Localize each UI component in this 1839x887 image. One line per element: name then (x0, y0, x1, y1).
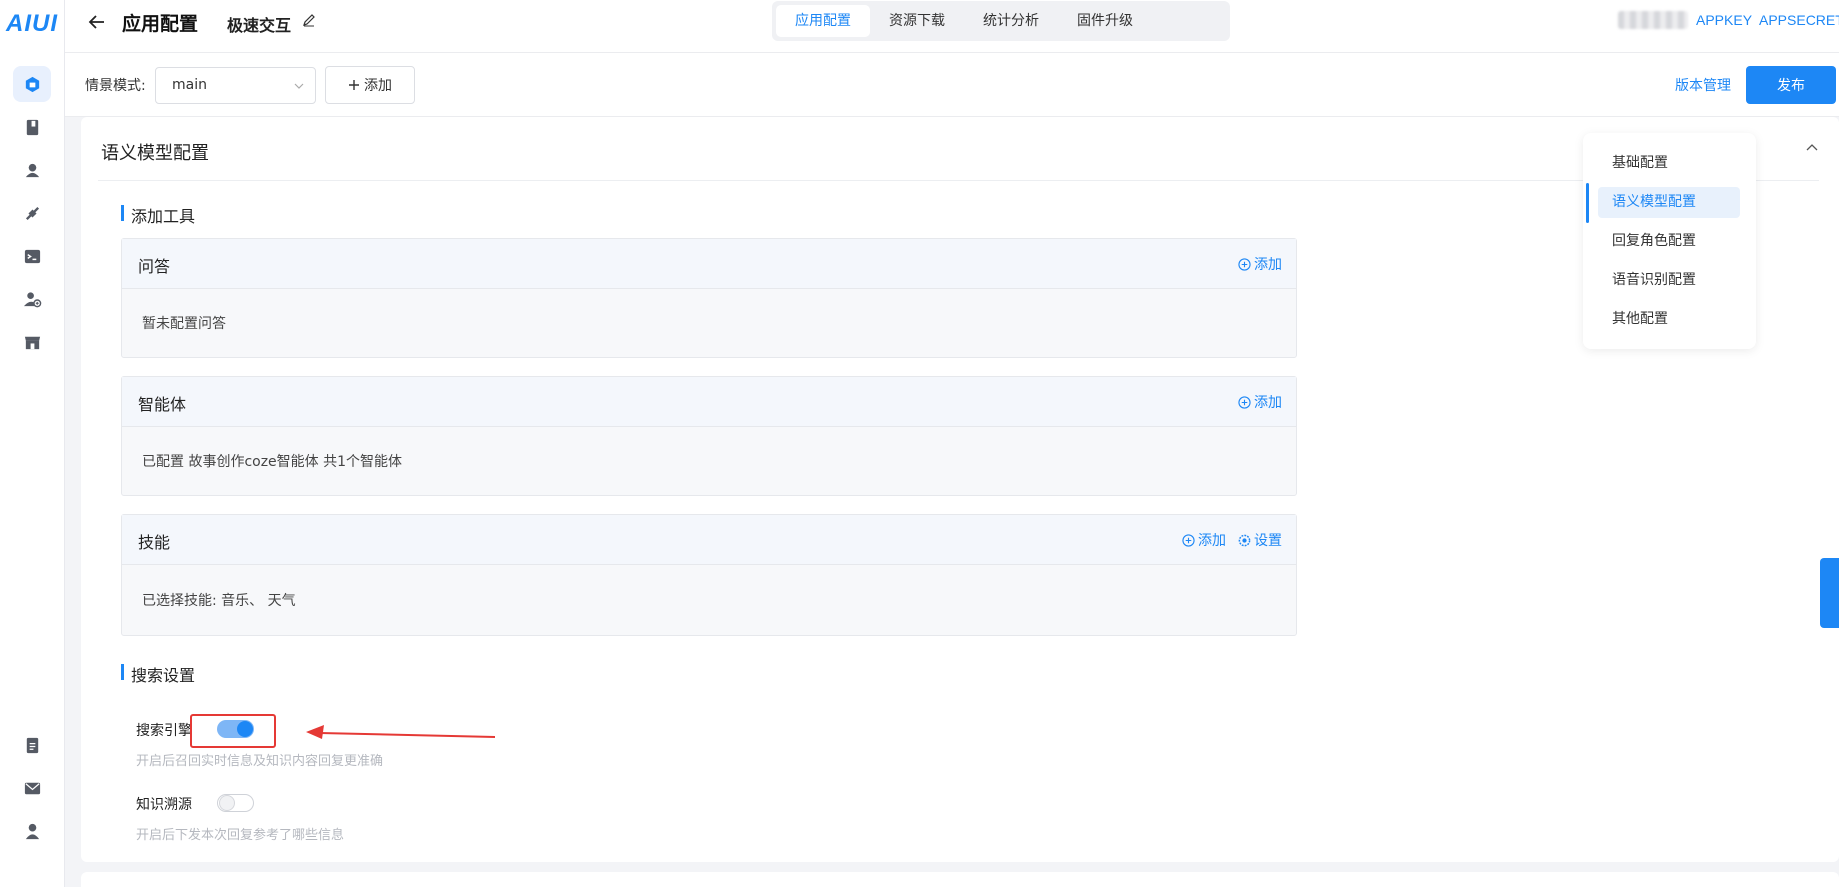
add-label: 添加 (1254, 257, 1282, 273)
edit-pencil-icon[interactable] (302, 13, 316, 27)
appsecret-link[interactable]: APPSECRET (1759, 12, 1839, 28)
robot-icon[interactable] (13, 152, 51, 188)
tool-description: 已选择技能: 音乐、 天气 (142, 593, 296, 609)
scene-mode-value: main (172, 77, 207, 93)
tool-panel-qa: 问答 添加 暂未配置问答 (121, 238, 1297, 358)
version-management-link[interactable]: 版本管理 (1675, 75, 1731, 95)
document-icon[interactable] (13, 727, 51, 763)
store-icon[interactable] (13, 324, 51, 360)
app-name: 极速交互 (227, 16, 292, 35)
top-header: 应用配置 极速交互 应用配置 资源下载 统计分析 固件升级 APPKEY APP… (65, 0, 1839, 53)
tab-app-config[interactable]: 应用配置 (776, 5, 870, 37)
gear-icon (1238, 534, 1251, 546)
add-agent-button[interactable]: 添加 (1238, 392, 1282, 412)
plus-circle-icon (1238, 395, 1251, 409)
anchor-item-other[interactable]: 其他配置 (1598, 304, 1740, 335)
anchor-item-asr[interactable]: 语音识别配置 (1598, 265, 1740, 296)
book-icon[interactable] (13, 109, 51, 145)
add-skill-button[interactable]: 添加 (1182, 530, 1226, 550)
search-engine-switch[interactable] (217, 720, 254, 738)
tool-description: 暂未配置问答 (142, 316, 226, 332)
tool-description: 已配置 故事创作coze智能体 共1个智能体 (142, 454, 403, 470)
search-engine-hint: 开启后召回实时信息及知识内容回复更准确 (136, 754, 384, 769)
tab-statistics[interactable]: 统计分析 (964, 5, 1058, 37)
user-id-blurred (1618, 11, 1688, 29)
next-section-card (81, 872, 1839, 887)
add-scene-label: 添加 (364, 78, 392, 94)
scene-bar: 情景模式: main 添加 版本管理 发布 (65, 53, 1839, 117)
plus-circle-icon (1182, 533, 1195, 547)
settings-label: 设置 (1254, 533, 1282, 549)
tool-name: 问答 (138, 257, 171, 276)
person-icon[interactable] (13, 813, 51, 849)
floating-side-tab[interactable] (1820, 558, 1839, 628)
add-label: 添加 (1254, 395, 1282, 411)
add-scene-button[interactable]: 添加 (325, 66, 415, 104)
search-engine-label: 搜索引擎 (136, 723, 192, 739)
aiui-logo: AIUI (6, 10, 58, 37)
plus-circle-icon (1238, 257, 1251, 271)
anchor-active-rail (1586, 183, 1589, 223)
chevron-up-icon[interactable] (1805, 141, 1819, 155)
tool-panel-agent: 智能体 添加 已配置 故事创作coze智能体 共1个智能体 (121, 376, 1297, 496)
tab-firmware-upgrade[interactable]: 固件升级 (1058, 5, 1152, 37)
appkey-link[interactable]: APPKEY (1696, 12, 1752, 28)
plus-icon (349, 80, 359, 90)
knowledge-trace-switch[interactable] (217, 794, 254, 812)
semantic-model-config-card: 语义模型配置 添加工具 问答 添加 暂未配置问答 智能体 添加 已配置 故事创作… (81, 117, 1839, 862)
search-settings-title: 搜索设置 (121, 662, 195, 686)
section-divider (98, 180, 1819, 181)
scene-mode-label: 情景模式: (85, 78, 146, 94)
mail-icon[interactable] (13, 770, 51, 806)
skill-settings-button[interactable]: 设置 (1238, 530, 1282, 550)
terminal-icon[interactable] (13, 238, 51, 274)
anchor-menu: 基础配置 语义模型配置 回复角色配置 语音识别配置 其他配置 (1583, 133, 1756, 349)
chevron-down-icon (294, 83, 304, 89)
publish-button[interactable]: 发布 (1746, 66, 1836, 104)
tool-name: 技能 (138, 533, 171, 552)
annotation-arrow-icon (306, 725, 495, 739)
back-arrow-icon[interactable] (87, 12, 111, 32)
user-add-icon[interactable] (13, 281, 51, 317)
scene-mode-select[interactable]: main (155, 67, 316, 104)
add-tools-title: 添加工具 (121, 203, 195, 227)
add-label: 添加 (1198, 533, 1226, 549)
knowledge-trace-hint: 开启后下发本次回复参考了哪些信息 (136, 828, 345, 843)
left-nav: AIUI (0, 0, 65, 887)
knowledge-trace-label: 知识溯源 (136, 797, 192, 813)
page-title: 应用配置 (122, 13, 199, 35)
tool-name: 智能体 (138, 395, 187, 414)
anchor-item-basic[interactable]: 基础配置 (1598, 148, 1740, 179)
add-qa-button[interactable]: 添加 (1238, 254, 1282, 274)
app-cube-icon[interactable] (13, 66, 51, 102)
anchor-item-reply-role[interactable]: 回复角色配置 (1598, 226, 1740, 257)
plugin-icon[interactable] (13, 195, 51, 231)
tab-resource-download[interactable]: 资源下载 (870, 5, 964, 37)
anchor-item-semantic[interactable]: 语义模型配置 (1598, 187, 1740, 218)
tool-panel-skill: 技能 添加 设置 已选择技能: 音乐、 天气 (121, 514, 1297, 636)
section-title: 语义模型配置 (101, 143, 209, 164)
main-tabs: 应用配置 资源下载 统计分析 固件升级 (772, 1, 1230, 41)
